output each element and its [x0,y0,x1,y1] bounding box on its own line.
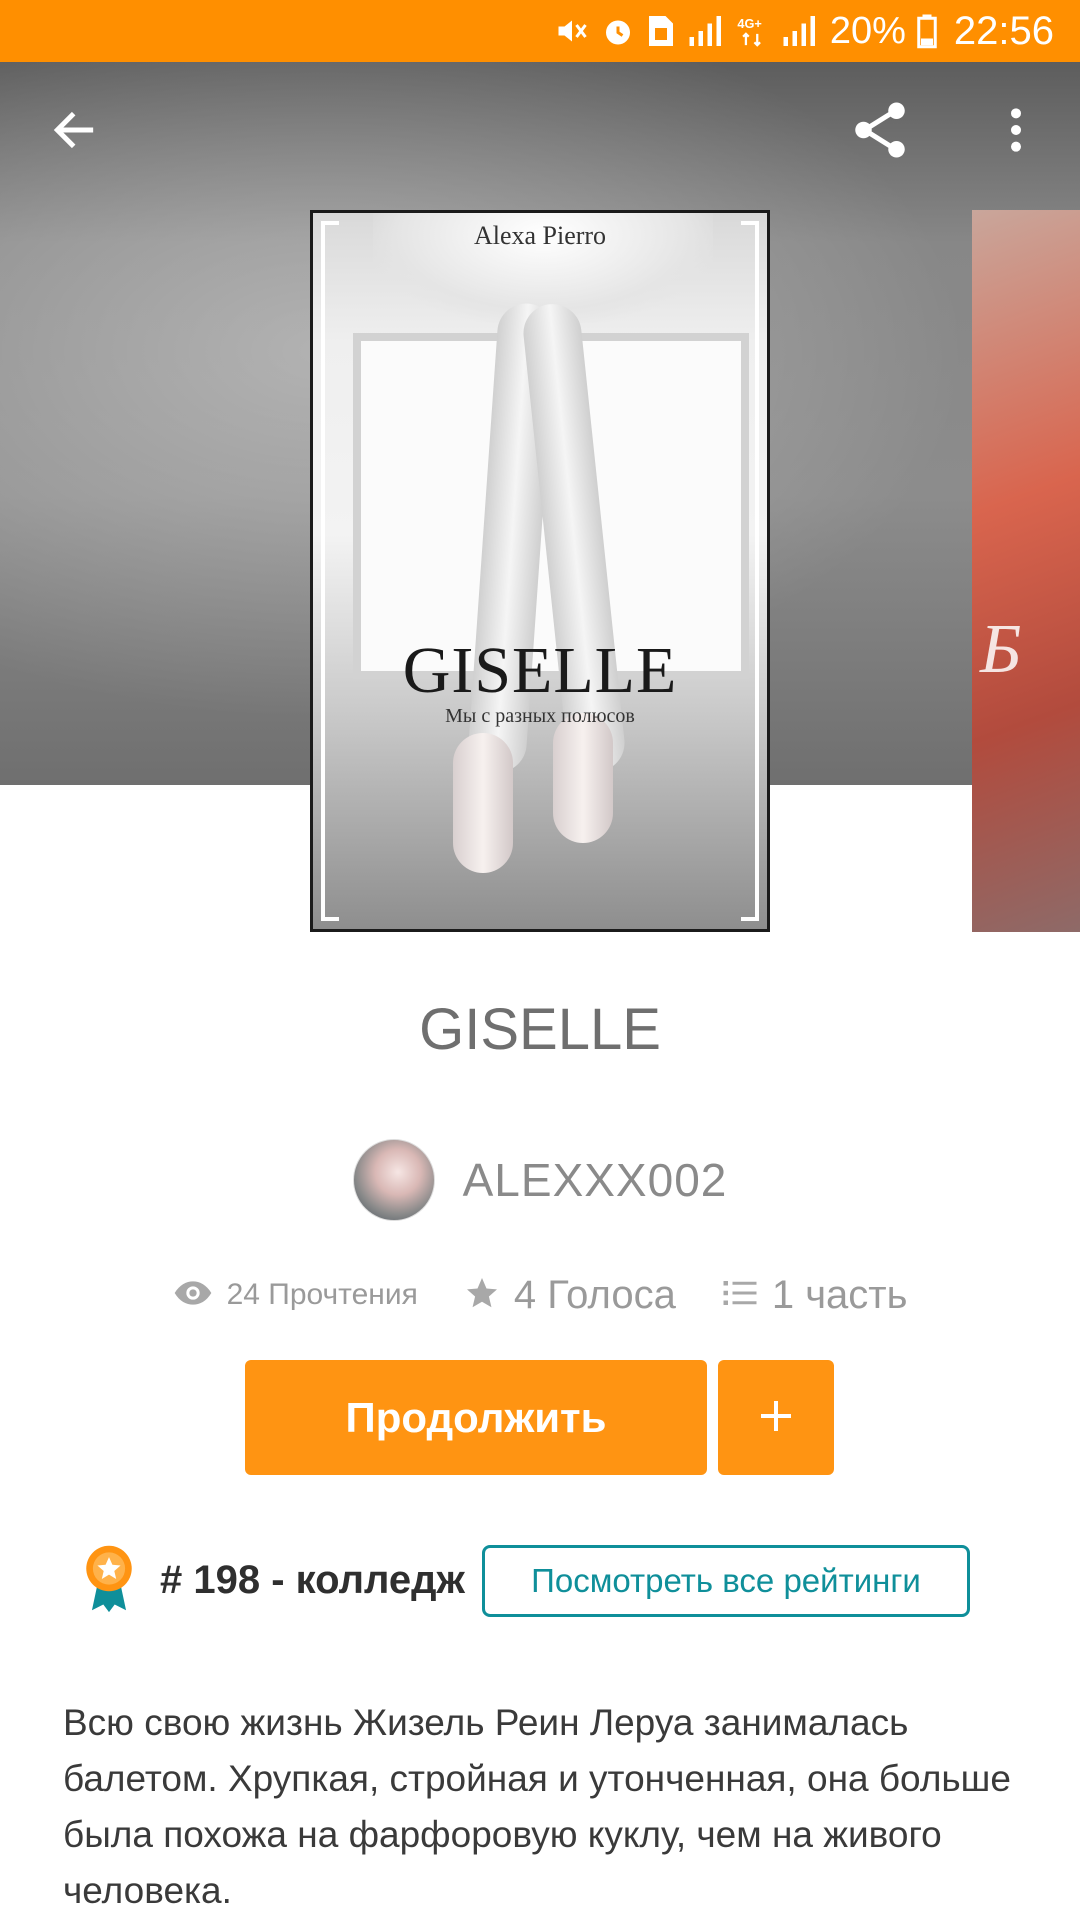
reads-count: 24 Прочтения [226,1278,418,1311]
cover-shoe-art [453,733,513,873]
svg-text:4G+: 4G+ [737,16,761,31]
status-icons: 4G+ 20% 22:56 [554,0,1054,62]
share-button[interactable] [840,92,920,172]
votes-stat: 4 Голоса [464,1273,676,1318]
cover-shoe-art-2 [553,713,613,843]
cover-subtitle: Мы с разных полюсов [445,705,635,727]
plus-icon [756,1396,796,1439]
more-button[interactable] [976,92,1056,172]
share-icon [847,97,913,168]
cover-author: Alexa Pierro [473,221,607,250]
more-vert-icon [996,105,1036,160]
author-name[interactable]: ALEXXX002 [463,1153,728,1207]
book-cover[interactable]: Alexa Pierro GISELLE Мы с разных полюсов [310,210,770,932]
network-4g-icon: 4G+ [736,13,770,49]
battery-icon [916,13,938,49]
cover-frame-left [321,221,339,921]
star-icon [464,1275,500,1316]
votes-count: 4 Голоса [513,1272,676,1317]
back-button[interactable] [34,92,114,172]
cover-frame-right [741,221,759,921]
story-stats: 24 Прочтения 4 Голоса 1 часть [0,1265,1080,1325]
battery-percent: 20% [829,9,906,52]
view-all-rankings-button[interactable]: Посмотреть все рейтинги [482,1545,970,1617]
story-title: GISELLE [419,997,661,1062]
story-description: Всю свою жизнь Жизель Реин Леруа занимал… [63,1702,1011,1911]
cover-title: GISELLE [402,634,678,707]
author-row[interactable]: ALEXXX002 [0,1139,1080,1221]
avatar[interactable] [352,1139,435,1221]
next-book-cover[interactable]: Б [972,210,1080,932]
list-icon [722,1277,758,1314]
alarm-icon [600,13,636,49]
sim-icon [646,13,676,49]
reads-stat: 24 Прочтения [173,1278,418,1313]
signal-icon-2 [780,13,820,49]
mute-icon [554,13,590,49]
continue-reading-button[interactable]: Продолжить [245,1360,707,1475]
clock: 22:56 [953,8,1054,53]
ranking-row: # 198 - колледж [80,1540,465,1620]
signal-icon [686,13,726,49]
ribbon-badge-icon [80,1542,138,1619]
parts-stat: 1 часть [722,1272,908,1318]
eye-icon [173,1278,213,1313]
status-bar: 4G+ 20% 22:56 [0,0,1080,62]
add-to-library-button[interactable] [718,1360,834,1475]
parts-count: 1 часть [771,1272,908,1317]
next-cover-text: Б [980,611,1022,688]
rank-text: # 198 - колледж [160,1557,465,1602]
arrow-left-icon [49,105,99,160]
